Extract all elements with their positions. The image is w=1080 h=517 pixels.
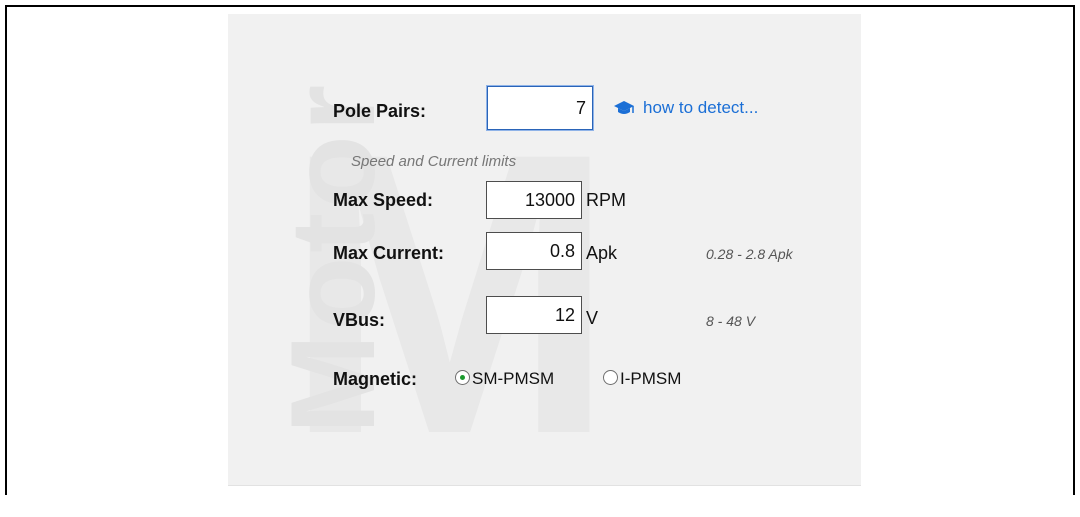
radio-sm-pmsm[interactable] xyxy=(455,370,470,385)
max-current-label: Max Current: xyxy=(333,243,445,263)
max-current-unit: Apk xyxy=(586,243,618,263)
vbus-range: 8 - 48 V xyxy=(706,313,756,329)
max-current-input[interactable] xyxy=(486,232,582,270)
watermark: Motor xyxy=(246,84,386,444)
vbus-input[interactable] xyxy=(486,296,582,334)
max-speed-label: Max Speed: xyxy=(333,190,434,210)
graduation-cap-icon xyxy=(614,101,634,114)
how-to-detect-label: how to detect... xyxy=(643,98,759,117)
max-speed-input[interactable] xyxy=(486,181,582,219)
magnetic-label: Magnetic: xyxy=(333,369,418,389)
sm-pmsm-label[interactable]: SM-PMSM xyxy=(472,369,554,389)
i-pmsm-label[interactable]: I-PMSM xyxy=(620,369,681,389)
radio-i-pmsm[interactable] xyxy=(603,370,618,385)
vbus-unit: V xyxy=(586,308,599,328)
motor-panel: M Motor Pole Pairs: how to detect... Spe… xyxy=(228,14,861,494)
max-current-range: 0.28 - 2.8 Apk xyxy=(706,246,793,262)
limits-subheading: Speed and Current limits xyxy=(351,153,517,170)
max-speed-unit: RPM xyxy=(586,190,626,210)
vbus-label: VBus: xyxy=(333,310,386,330)
how-to-detect-link[interactable]: how to detect... xyxy=(613,98,758,118)
radio-selected-dot xyxy=(460,375,465,380)
pole-pairs-input[interactable] xyxy=(487,86,593,130)
pole-pairs-label: Pole Pairs: xyxy=(333,101,427,121)
